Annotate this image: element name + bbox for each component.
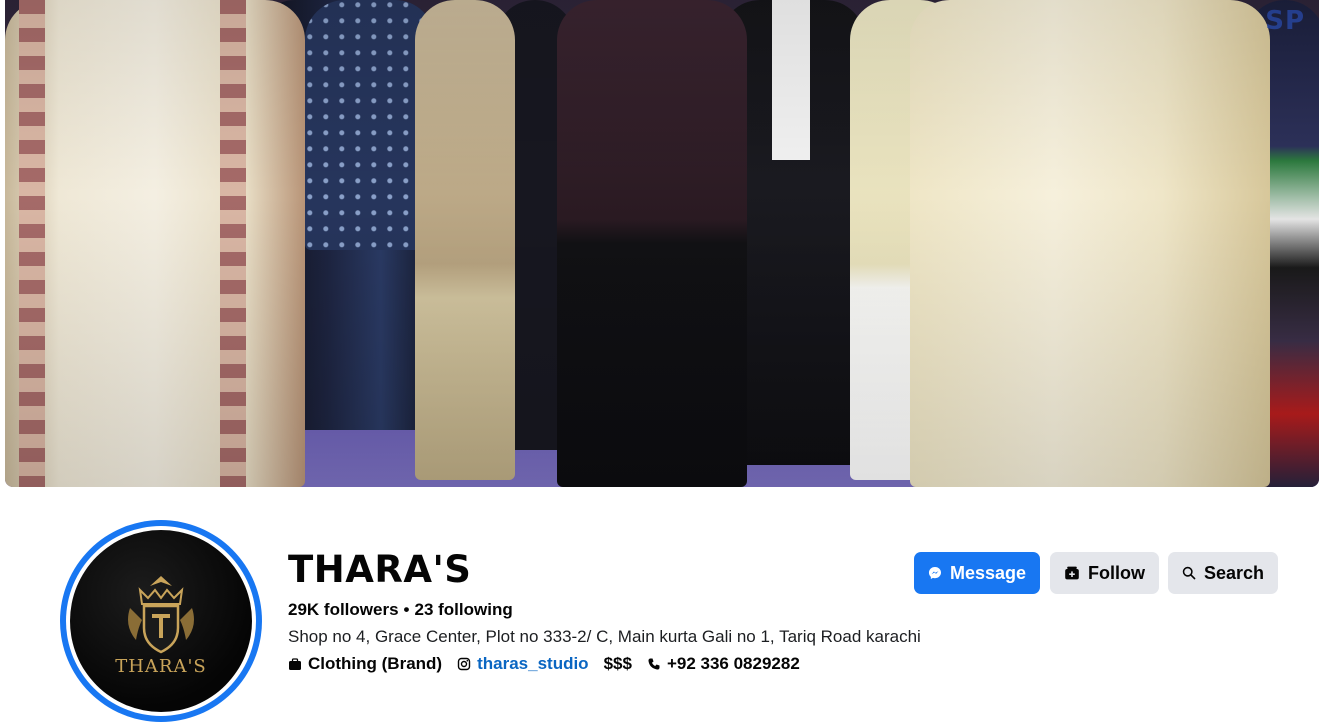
avatar: THARA'S	[66, 526, 256, 716]
phone-item: +92 336 0829282	[647, 654, 800, 674]
instagram-icon	[457, 657, 471, 671]
search-button-label: Search	[1203, 562, 1264, 583]
follow-button[interactable]: Follow	[1050, 552, 1159, 594]
phone-number[interactable]: +92 336 0829282	[667, 654, 800, 674]
phone-icon	[648, 658, 660, 670]
logo-text: THARA'S	[115, 656, 207, 677]
following-link[interactable]: 23 following	[415, 600, 513, 619]
page-details: Clothing (Brand) tharas_studio $$$ +92 3…	[288, 654, 815, 674]
follow-stats: 29K followers • 23 following	[288, 600, 513, 620]
page-title: THARA'S	[288, 548, 472, 591]
price-range: $$$	[603, 654, 632, 673]
address: Shop no 4, Grace Center, Plot no 333-2/ …	[288, 627, 921, 646]
cover-shade	[5, 0, 1319, 487]
message-button-label: Message	[949, 562, 1026, 583]
instagram-link[interactable]: tharas_studio	[477, 654, 588, 674]
search-button[interactable]: Search	[1168, 552, 1278, 594]
category-label: Clothing (Brand)	[308, 654, 443, 673]
message-button[interactable]: Message	[914, 552, 1040, 594]
followers-link[interactable]: 29K followers	[288, 600, 399, 619]
messenger-icon	[928, 566, 942, 580]
cover-photo[interactable]: SP	[5, 0, 1319, 487]
stats-separator: •	[403, 600, 410, 619]
crest-icon	[128, 576, 194, 654]
briefcase-icon	[289, 658, 301, 670]
instagram-item: tharas_studio	[457, 654, 589, 674]
category-item: Clothing (Brand)	[288, 654, 442, 674]
follow-button-label: Follow	[1088, 562, 1145, 583]
follow-icon	[1065, 566, 1079, 580]
profile-picture[interactable]: THARA'S	[60, 520, 262, 722]
search-icon	[1182, 566, 1196, 580]
logo: THARA'S	[70, 530, 252, 712]
